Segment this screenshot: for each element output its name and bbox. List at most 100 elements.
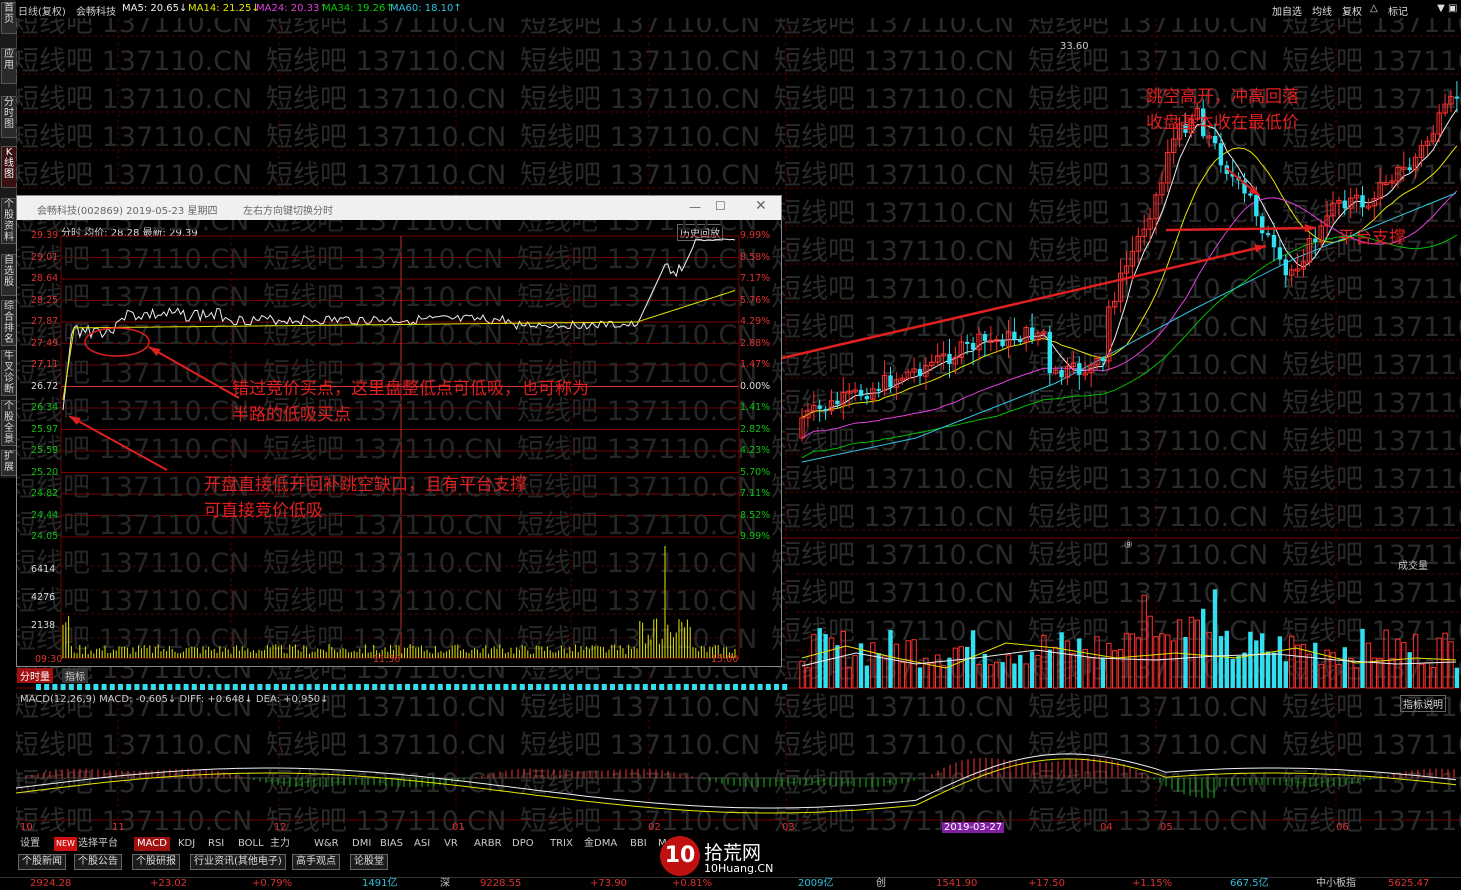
watermark-text: 短线吧 137110.CN xyxy=(1282,46,1461,77)
indicator-tab[interactable]: BBI xyxy=(630,837,647,851)
tab-panorama[interactable]: 个股全景 xyxy=(1,400,17,446)
status-item: 中小板指 xyxy=(1316,878,1356,889)
volume-bar xyxy=(1407,652,1412,688)
watermark-text: 短线吧 137110.CN xyxy=(774,616,1014,647)
info-mine-marker[interactable]: ⑨ xyxy=(1124,540,1133,551)
draw-icon[interactable]: △ xyxy=(1370,3,1378,14)
watermark-text: 短线吧 137110.CN xyxy=(1028,730,1268,761)
y-left-label: 24.05 xyxy=(31,531,59,542)
info-button[interactable]: 个股研报 xyxy=(132,854,180,870)
y-right-label: 8.52% xyxy=(740,509,771,521)
volume-strip xyxy=(544,684,550,690)
window-icon[interactable]: ▣ xyxy=(1448,3,1457,14)
indicator-tab[interactable]: 金DMA xyxy=(584,837,617,851)
intraday-popup[interactable]: 会畅科技(002869) 2019-05-23 星期四 左右方向键切换分时 — … xyxy=(16,195,782,667)
time-close: 15:00 xyxy=(711,654,739,665)
maximize-icon[interactable]: ☐ xyxy=(715,199,726,213)
tab-watchlist[interactable]: 自选股 xyxy=(1,254,17,296)
watermark-text: 短线吧 137110.CN xyxy=(266,730,506,761)
y-left-label: 25.97 xyxy=(31,423,59,435)
y-left-label: 24.44 xyxy=(31,509,59,521)
indicator-tab[interactable]: TRIX xyxy=(550,837,573,851)
info-button[interactable]: 行业资讯(其他电子) xyxy=(190,854,286,870)
watermark-text: 短线吧 137110.CN xyxy=(266,46,506,77)
volume-strip xyxy=(511,684,517,690)
add-watchlist-button[interactable]: 加自选 xyxy=(1272,3,1302,18)
watermark-text: 短线吧 137110.CN xyxy=(517,472,757,503)
minimize-icon[interactable]: — xyxy=(689,200,701,214)
watermark-text: 短线吧 137110.CN xyxy=(1282,84,1461,115)
indicator-tab[interactable]: MACD xyxy=(134,837,170,851)
tab-indicator[interactable]: 指标 xyxy=(62,668,88,683)
indicator-help-button[interactable]: 指标说明 xyxy=(1400,695,1446,712)
status-item: 1541.90 xyxy=(936,878,978,889)
watermark-text: 短线吧 137110.CN xyxy=(774,464,1014,495)
indicator-tab[interactable]: 设置 xyxy=(20,837,40,851)
watermark-text: 短线吧 137110.CN xyxy=(16,730,252,761)
volume-strip xyxy=(101,684,107,690)
volume-strip xyxy=(183,684,189,690)
x-tick: 05 xyxy=(1160,822,1173,833)
y-right-label: 1.47% xyxy=(740,359,771,370)
volume-strip xyxy=(372,684,378,690)
info-button[interactable]: 论股堂 xyxy=(350,854,388,870)
mark-button[interactable]: 标记 xyxy=(1388,3,1408,18)
watermark-text: 短线吧 137110.CN xyxy=(517,434,757,465)
volume-bar xyxy=(1236,655,1241,688)
y-right-label: 9.99% xyxy=(740,531,771,542)
volume-strip xyxy=(191,684,197,690)
indicator-tab[interactable]: NEW xyxy=(54,837,77,851)
indicator-tab[interactable]: RSI xyxy=(208,837,224,851)
ma-button[interactable]: 均线 xyxy=(1312,3,1332,18)
volume-bar xyxy=(1100,657,1106,688)
tab-diagnosis[interactable]: 牛叉诊断 xyxy=(1,350,17,396)
candle-body xyxy=(1047,331,1052,374)
tab-stock-profile[interactable]: 个股资料 xyxy=(1,198,17,244)
volume-strip xyxy=(462,684,468,690)
info-button[interactable]: 个股新闻 xyxy=(18,854,66,870)
period-label[interactable]: 日线(复权) xyxy=(18,3,66,18)
indicator-tab[interactable]: DPO xyxy=(512,837,534,851)
volume-bar xyxy=(864,665,870,688)
watermark-text: 短线吧 137110.CN xyxy=(774,198,1014,229)
volume-bar xyxy=(1183,637,1188,688)
indicator-tab[interactable]: KDJ xyxy=(178,837,195,851)
volume-strip xyxy=(257,684,263,690)
tab-home[interactable]: 首页 xyxy=(1,2,17,34)
tab-apps[interactable]: 应用 xyxy=(1,48,17,84)
volume-strip xyxy=(331,684,337,690)
indicator-tab[interactable]: 选择平台 xyxy=(78,837,118,851)
popup-titlebar[interactable]: 会畅科技(002869) 2019-05-23 星期四 左右方向键切换分时 — … xyxy=(17,196,781,220)
watermark-text: 短线吧 137110.CN xyxy=(263,244,503,275)
indicator-tab[interactable]: DMI xyxy=(352,837,371,851)
indicator-tab[interactable]: BOLL xyxy=(238,837,264,851)
volume-strip xyxy=(741,684,747,690)
tab-timeshare[interactable]: 分时图 xyxy=(1,96,17,138)
tab-volume[interactable]: 分时量 xyxy=(17,668,53,683)
info-button[interactable]: 高手观点 xyxy=(292,854,340,870)
volume-strip xyxy=(224,684,230,690)
watermark-text: 短线吧 137110.CN xyxy=(517,220,757,237)
indicator-tab[interactable]: ASI xyxy=(414,837,430,851)
indicator-tab[interactable]: 主力 xyxy=(270,837,290,851)
indicator-tab[interactable]: BIAS xyxy=(380,837,403,851)
tab-extend[interactable]: 扩展 xyxy=(1,450,17,476)
tab-ranking[interactable]: 综合排名 xyxy=(1,300,17,346)
info-button[interactable]: 个股公告 xyxy=(74,854,122,870)
adjust-button[interactable]: 复权 xyxy=(1342,3,1362,18)
tab-kline[interactable]: K线图 xyxy=(1,146,17,188)
volume-bar xyxy=(1224,630,1229,688)
watermark-text: 短线吧 137110.CN xyxy=(520,730,760,761)
close-icon[interactable]: ✕ xyxy=(755,198,767,214)
watermark-text: 短线吧 137110.CN xyxy=(771,548,781,579)
candle-body xyxy=(1283,259,1288,276)
volume-bar xyxy=(1342,647,1347,688)
intraday-chart[interactable]: 短线吧 137110.CN 短线吧 137110.CN 短线吧 137110.CN 短… xyxy=(17,220,781,666)
indicator-tab[interactable]: VR xyxy=(444,837,458,851)
volume-label[interactable]: 成交量 xyxy=(1398,557,1428,572)
indicator-tab[interactable]: ARBR xyxy=(474,837,502,851)
x-tick: 03 xyxy=(782,822,795,833)
status-item: 2009亿 xyxy=(798,878,834,889)
candle-body xyxy=(1254,194,1259,217)
indicator-tab[interactable]: W&R xyxy=(314,837,339,851)
